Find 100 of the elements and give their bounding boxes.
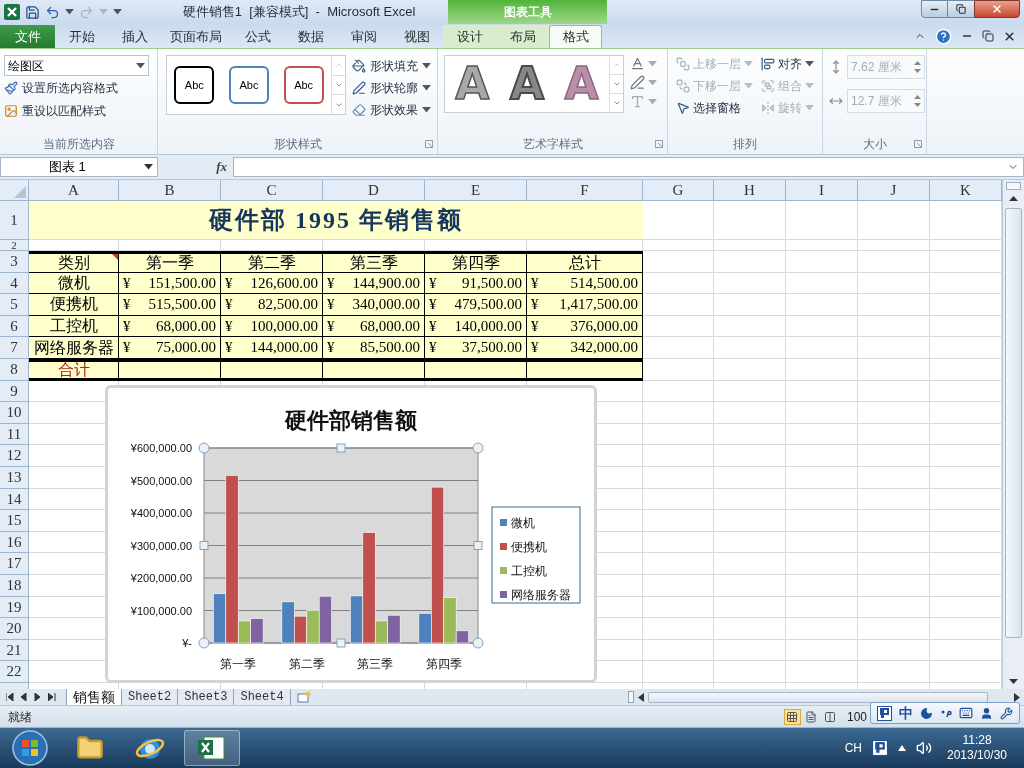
taskbar-spreadsheet-button[interactable] [184,730,240,766]
row-header[interactable]: 5 [0,294,29,316]
text-fill-icon[interactable] [630,56,645,71]
name-box[interactable]: 图表 1 [0,157,158,177]
caret-icon[interactable] [422,107,431,113]
row-header[interactable]: 19 [0,596,29,619]
row-header[interactable]: 2 [0,240,29,251]
function-button[interactable]: fx [216,157,227,177]
row-header[interactable]: 15 [0,510,29,532]
help-icon[interactable] [935,27,952,45]
formula-input[interactable] [233,157,1024,177]
spreadsheet-logo-icon[interactable] [4,4,20,20]
sheet-nav-icon[interactable] [6,693,14,701]
ribbon-tab[interactable]: 开始 [55,25,108,48]
row-header[interactable]: 9 [0,380,29,403]
row-header[interactable]: 1 [0,201,29,240]
ribbon-button[interactable]: 重设以匹配样式 [4,100,149,122]
speaker-icon[interactable] [916,740,932,756]
shape-style-swatch[interactable]: Abc [174,66,215,104]
column-header[interactable]: J [858,180,930,200]
ribbon-button[interactable]: 选择窗格 [676,97,753,119]
sheet-tab[interactable]: Sheet2 [122,689,179,705]
caret-icon[interactable] [422,85,431,91]
restore-icon[interactable] [982,30,994,42]
horizontal-scrollbar-thumb[interactable] [648,691,988,703]
minimize-button[interactable] [921,0,948,18]
ribbon-tab[interactable]: 文件 [0,25,55,48]
resize-handle[interactable] [473,541,483,550]
shape-style-swatch[interactable]: Abc [229,66,269,104]
resize-handle[interactable] [472,637,484,649]
ribbon-button[interactable]: 对齐 [761,53,814,75]
caret-icon[interactable] [65,9,74,15]
ribbon-tab[interactable]: 插入 [108,25,161,48]
wrench-icon[interactable] [1000,706,1014,720]
row-header[interactable]: 6 [0,315,29,338]
ribbon-tab[interactable]: 公式 [231,25,284,48]
column-header[interactable]: H [714,180,786,200]
ribbon-tab[interactable]: 布局 [496,25,549,48]
column-header[interactable]: B [119,180,221,200]
ribbon-tab[interactable]: 审阅 [337,25,390,48]
column-header[interactable]: I [786,180,858,200]
scroll-left-button[interactable] [638,692,644,702]
dialog-launcher-icon[interactable] [914,140,922,148]
text-outline-icon[interactable] [630,75,645,90]
ribbon-tab[interactable]: 视图 [390,25,443,48]
keyboard-icon[interactable] [959,706,974,720]
input-method-logo-icon[interactable] [876,705,892,721]
ribbon-button[interactable]: 形状轮廓 [352,77,431,99]
row-header[interactable]: 20 [0,618,29,640]
start-button[interactable] [11,729,49,767]
undo-icon[interactable] [45,4,60,20]
language-indicator[interactable]: CH [844,739,862,757]
row-header[interactable]: 4 [0,272,29,295]
resize-handle[interactable] [336,443,346,453]
sheet-nav-icon[interactable] [48,693,56,701]
ime-mode[interactable]: 中 [898,702,913,724]
column-header[interactable]: D [323,180,425,200]
row-header[interactable]: 18 [0,574,29,597]
caret-icon[interactable] [805,61,814,67]
shape-style-swatch[interactable]: Abc [283,66,324,104]
resize-handle[interactable] [472,442,484,454]
caret-icon[interactable] [136,62,145,69]
selection-dropdown[interactable]: 绘图区 [4,55,149,76]
resize-handle[interactable] [199,541,209,550]
row-header[interactable]: 10 [0,402,29,424]
ribbon-button[interactable]: 设置所选内容格式 [4,77,149,99]
close-button[interactable] [974,0,1020,18]
dialog-launcher-icon[interactable] [655,140,663,148]
column-header[interactable]: E [425,180,527,200]
column-header[interactable]: G [643,180,714,200]
moon-icon[interactable] [919,706,933,720]
ribbon-tab[interactable]: 数据 [284,25,337,48]
column-header[interactable]: A [29,180,119,200]
sheet-tab[interactable]: Sheet3 [178,689,235,705]
resize-handle[interactable] [198,637,210,649]
dialog-launcher-icon[interactable] [425,140,433,148]
scrollbar-thumb[interactable] [1005,208,1022,638]
ribbon-tab[interactable]: 格式 [549,25,602,48]
punctuation-icon[interactable] [940,708,952,718]
row-header[interactable]: 3 [0,251,29,273]
caret-icon[interactable] [422,63,431,69]
normal-view-button[interactable] [783,708,801,725]
row-header[interactable]: 22 [0,661,29,683]
resize-handle[interactable] [198,442,210,454]
close-icon[interactable] [1003,29,1016,43]
save-icon[interactable] [25,4,40,20]
row-header[interactable]: 11 [0,423,29,446]
row-header[interactable]: 17 [0,553,29,575]
sheet-tab[interactable]: 销售额 [66,689,122,705]
show-hidden-icons-icon[interactable] [898,745,906,751]
user-icon[interactable] [980,706,994,720]
caret-icon[interactable] [144,164,153,170]
tab-split-handle[interactable] [628,691,634,703]
chart-area[interactable]: 硬件部销售额 ¥- ¥100,000.00 ¥200,000.00 ¥300,000.00 ¥400,000.00 ¥500,000.00 ¥600,000.00 第一季 第二季 第三季 第四季 微机 便携机 工控机 网络服务器 [105,385,597,683]
row-header[interactable]: 12 [0,445,29,467]
ribbon-tab[interactable]: 页面布局 [161,25,231,48]
scroll-right-button[interactable] [1014,692,1020,702]
row-header[interactable]: 8 [0,358,29,381]
row-header[interactable]: 7 [0,337,29,359]
row-header[interactable]: 14 [0,488,29,511]
